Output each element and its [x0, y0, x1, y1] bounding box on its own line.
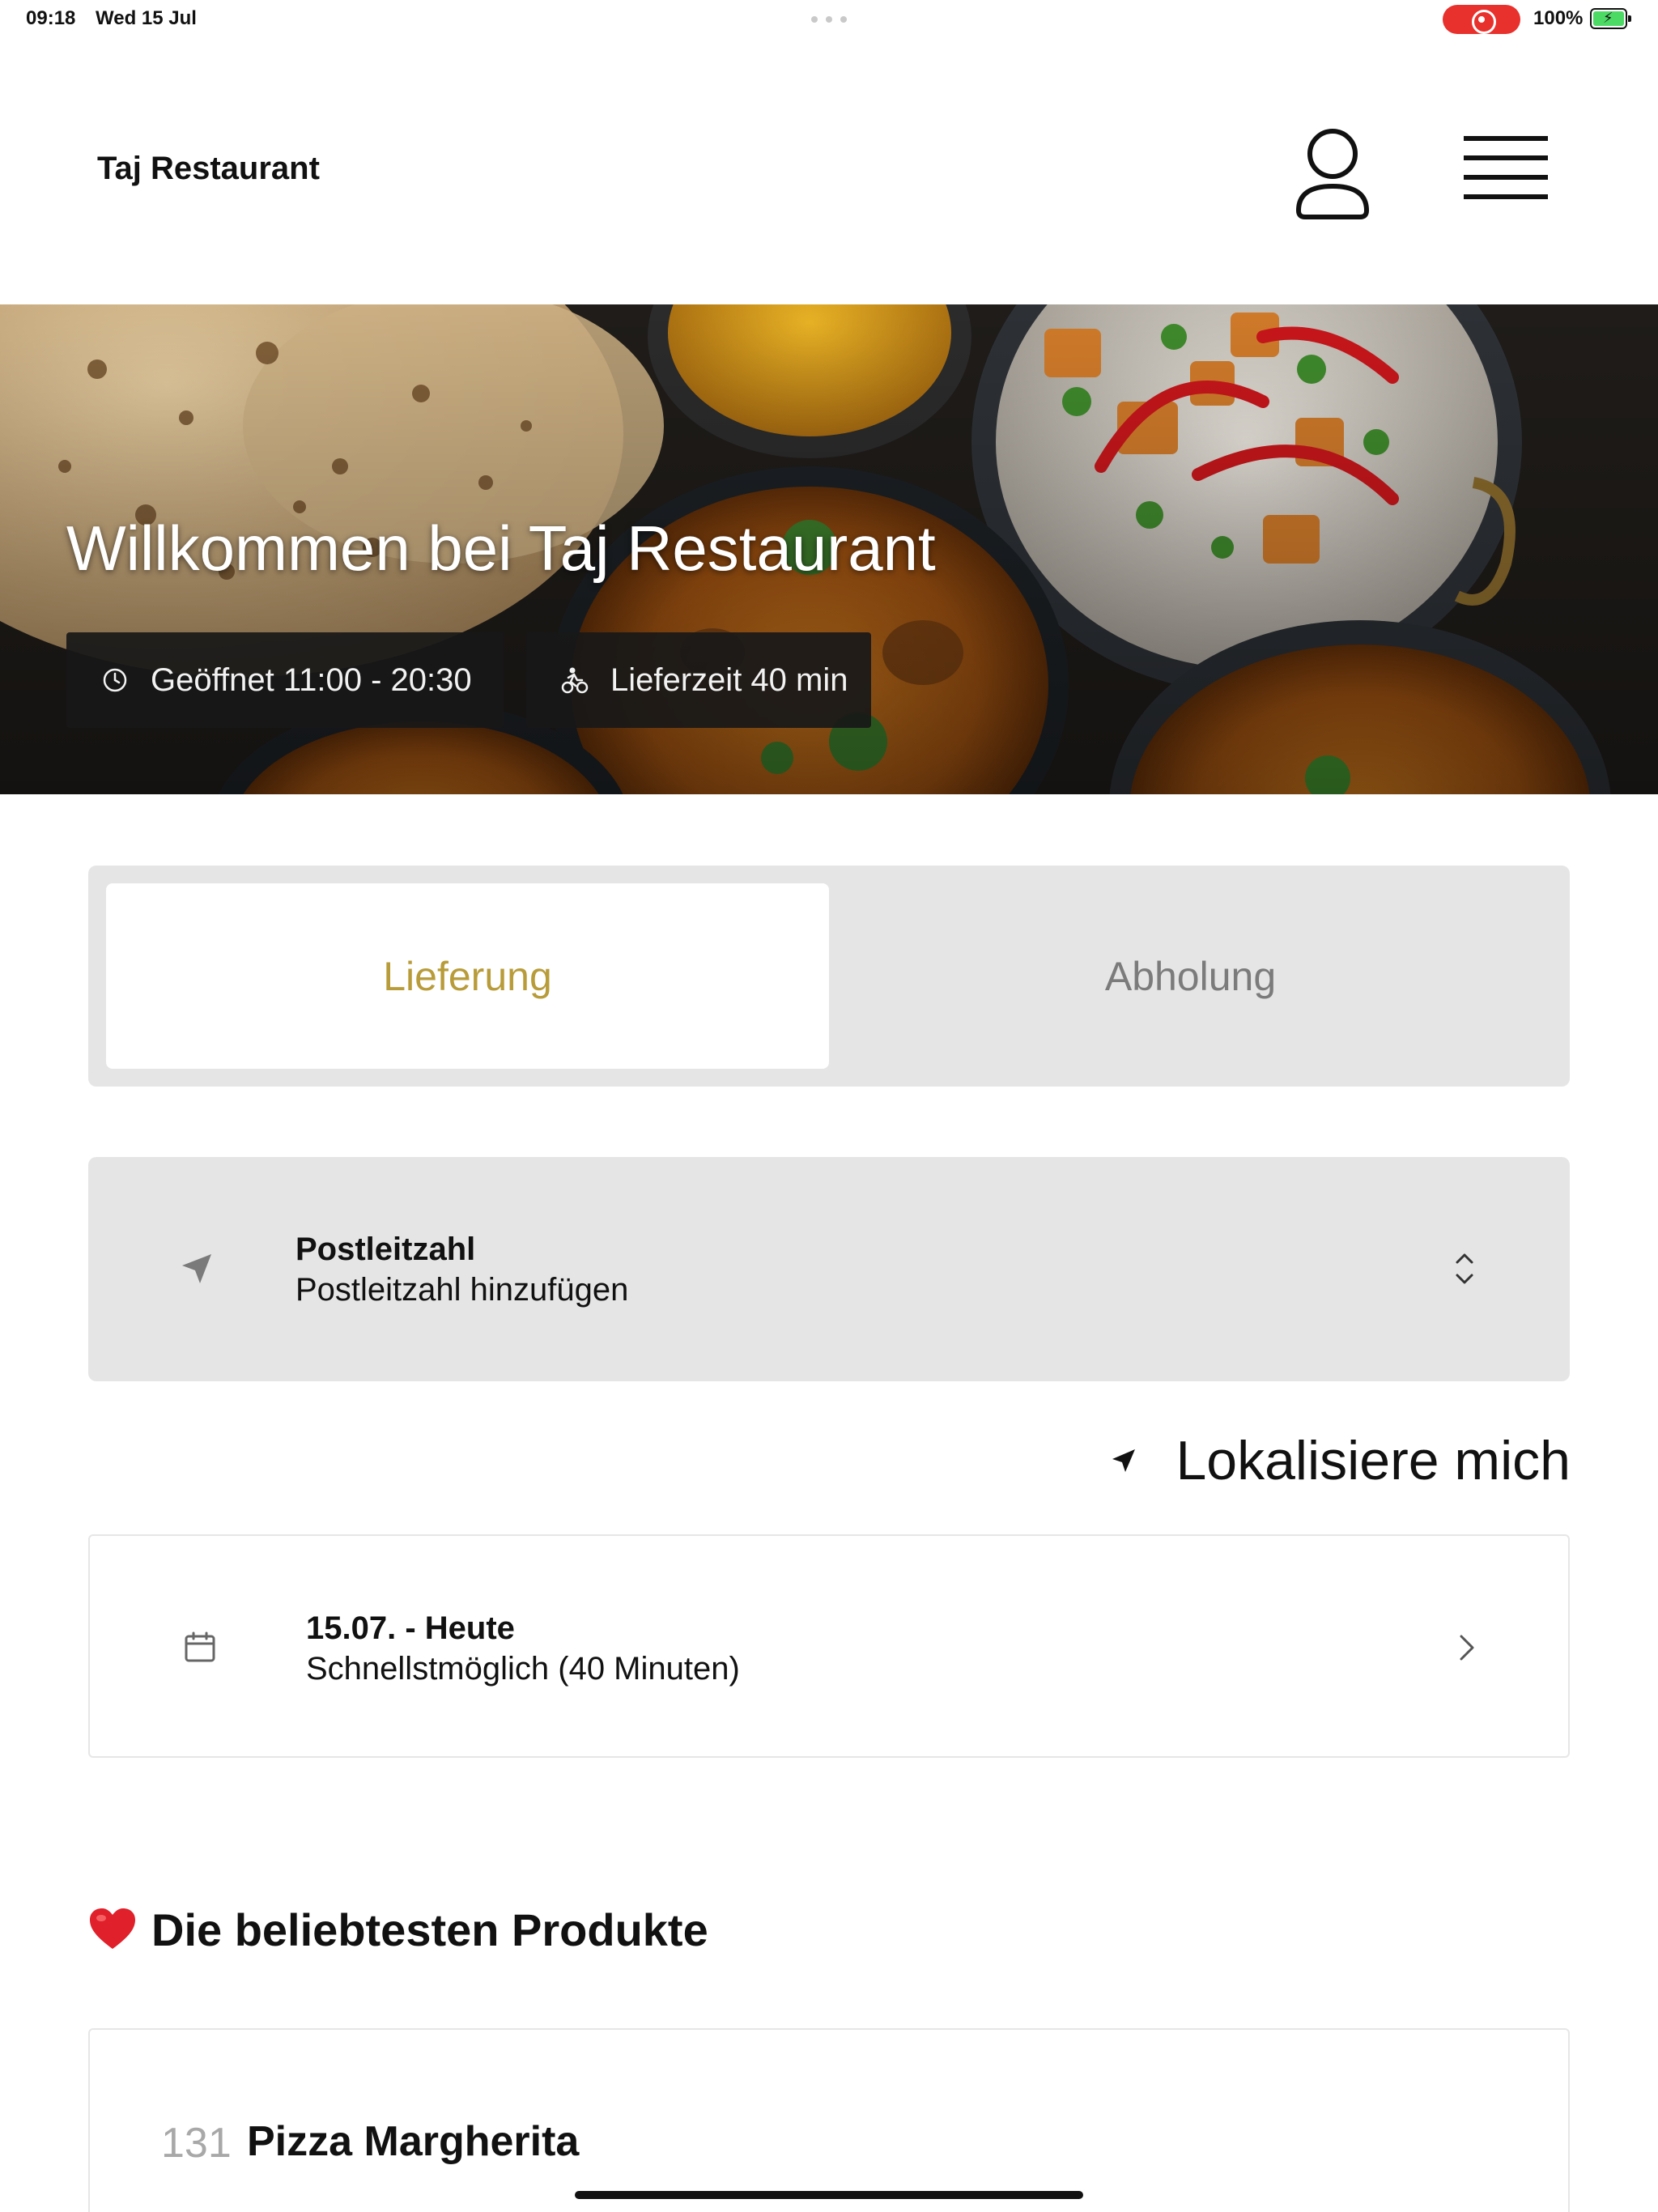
postcode-placeholder: Postleitzahl hinzufügen [295, 1272, 629, 1308]
delivery-time-selector[interactable]: 15.07. - Heute Schnellstmöglich (40 Minu… [88, 1534, 1570, 1758]
popular-products-title: Die beliebtesten Produkte [151, 1904, 708, 1955]
opening-hours-text: Geöffnet 11:00 - 20:30 [151, 661, 472, 698]
screen-recording-icon[interactable] [1443, 5, 1520, 34]
delivery-tab[interactable]: Lieferung [106, 883, 829, 1069]
delivery-date: 15.07. - Heute [306, 1610, 515, 1646]
clock-icon [103, 668, 127, 692]
locate-me-button[interactable]: Lokalisiere mich [1106, 1427, 1571, 1495]
up-down-chevron-icon [1456, 1253, 1473, 1284]
page: 09:18 Wed 15 Jul 100% ⚡ Taj Restaurant W… [0, 0, 1658, 2212]
heart-icon [90, 1908, 135, 1949]
product-name: Pizza Margherita [247, 2118, 580, 2165]
bike-courier-icon [561, 667, 589, 694]
chevron-right-icon [1460, 1635, 1474, 1661]
hero-title: Willkommen bei Taj Restaurant [66, 513, 936, 584]
hamburger-menu-icon [1464, 136, 1548, 199]
menu-button[interactable] [1464, 133, 1548, 214]
postcode-label: Postleitzahl [295, 1231, 476, 1267]
account-button[interactable] [1292, 126, 1373, 223]
app-header: Taj Restaurant [0, 39, 1658, 304]
product-card[interactable]: 131 Pizza Margherita [88, 2028, 1570, 2212]
battery-icon: ⚡ [1590, 8, 1631, 29]
postcode-selector[interactable]: Postleitzahl Postleitzahl hinzufügen [88, 1157, 1570, 1381]
popular-products-heading: Die beliebtesten Produkte [88, 1897, 708, 1962]
opening-hours-badge: Geöffnet 11:00 - 20:30 [66, 632, 504, 728]
status-date: Wed 15 Jul [96, 7, 197, 29]
order-mode-toggle: Lieferung Abholung [88, 866, 1570, 1087]
product-number: 131 [161, 2120, 232, 2167]
battery-percentage: 100% [1533, 7, 1584, 29]
delivery-time-badge: Lieferzeit 40 min [526, 632, 871, 728]
location-arrow-icon [1112, 1449, 1136, 1472]
status-time: 09:18 [26, 7, 76, 29]
location-arrow-icon [182, 1254, 211, 1283]
pickup-tab[interactable]: Abholung [829, 883, 1552, 1069]
multitasking-dots-icon[interactable] [811, 16, 847, 23]
brand-title[interactable]: Taj Restaurant [97, 151, 320, 187]
status-bar: 09:18 Wed 15 Jul 100% ⚡ [0, 0, 1658, 39]
user-icon [1295, 129, 1370, 219]
hero-banner: Willkommen bei Taj Restaurant Geöffnet 1… [0, 304, 1658, 794]
delivery-slot: Schnellstmöglich (40 Minuten) [306, 1651, 740, 1687]
calendar-icon [185, 1631, 215, 1662]
locate-me-label: Lokalisiere mich [1175, 1430, 1571, 1491]
home-indicator[interactable] [575, 2191, 1083, 2199]
delivery-time-text: Lieferzeit 40 min [610, 661, 848, 698]
